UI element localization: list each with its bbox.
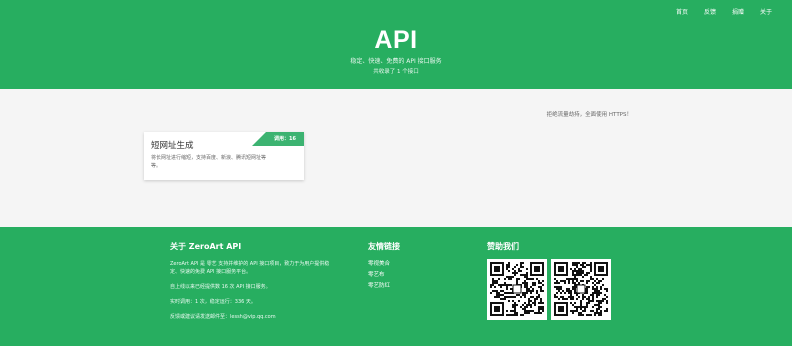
- qr-code-icon: [551, 259, 611, 320]
- list-item: 零艺防红: [368, 281, 390, 292]
- page-subtitle: 稳定、快速、免费的 API 接口服务: [350, 58, 442, 65]
- nav-feedback-link[interactable]: 反馈: [704, 9, 716, 17]
- friend-links-heading: 友情链接: [368, 242, 400, 251]
- friend-link[interactable]: 零艺防红: [368, 283, 390, 289]
- about-heading: 关于 ZeroArt API: [170, 242, 242, 251]
- about-realtime: 实时调用：1 次，稳定运行：336 天。: [170, 299, 256, 305]
- call-count-badge: 调用：16: [252, 132, 304, 146]
- api-card-title: 短网址生成: [151, 141, 194, 151]
- about-stats: 自上线以来已经提供数 16 次 API 接口服务。: [170, 284, 271, 290]
- qr-code-icon: [487, 259, 547, 320]
- api-count: 共收录了 1 个接口: [373, 69, 419, 75]
- site-footer: 关于 ZeroArt API ZeroArt API 是 零艺 支持并维护的 A…: [0, 227, 792, 346]
- list-item: 零艺布: [368, 270, 390, 281]
- list-item: 零视美合: [368, 259, 390, 270]
- api-card-description: 将长网址进行缩短，支持百度、新浪、腾讯短网址等等。: [151, 155, 267, 169]
- main-content: 拒绝流量劫持，全面使用 HTTPS！ 调用：16 短网址生成 将长网址进行缩短，…: [0, 89, 792, 227]
- nav-home-link[interactable]: 首页: [676, 9, 688, 17]
- top-nav: 首页 反馈 捐赠 关于: [676, 9, 772, 17]
- nav-donate-link[interactable]: 捐赠: [732, 9, 744, 17]
- about-section: ZeroArt API 是 零艺 支持并维护的 API 接口项目，致力于为用户提…: [170, 260, 330, 328]
- donate-heading: 赞助我们: [487, 242, 519, 251]
- site-header: 首页 反馈 捐赠 关于 API 稳定、快速、免费的 API 接口服务 共收录了 …: [0, 0, 792, 89]
- nav-about-link[interactable]: 关于: [760, 9, 772, 17]
- about-contact: 反馈或建议请发送邮件至：lessh@vip.qq.com: [170, 314, 276, 320]
- friend-links-list: 零视美合 零艺布 零艺防红: [368, 259, 390, 292]
- friend-link[interactable]: 零视美合: [368, 261, 390, 267]
- friend-link[interactable]: 零艺布: [368, 272, 385, 278]
- api-card[interactable]: 调用：16 短网址生成 将长网址进行缩短，支持百度、新浪、腾讯短网址等等。: [144, 132, 304, 180]
- about-intro: ZeroArt API 是 零艺 支持并维护的 API 接口项目，致力于为用户提…: [170, 261, 330, 275]
- page-title: API: [374, 26, 418, 54]
- https-notice: 拒绝流量劫持，全面使用 HTTPS！: [546, 112, 632, 118]
